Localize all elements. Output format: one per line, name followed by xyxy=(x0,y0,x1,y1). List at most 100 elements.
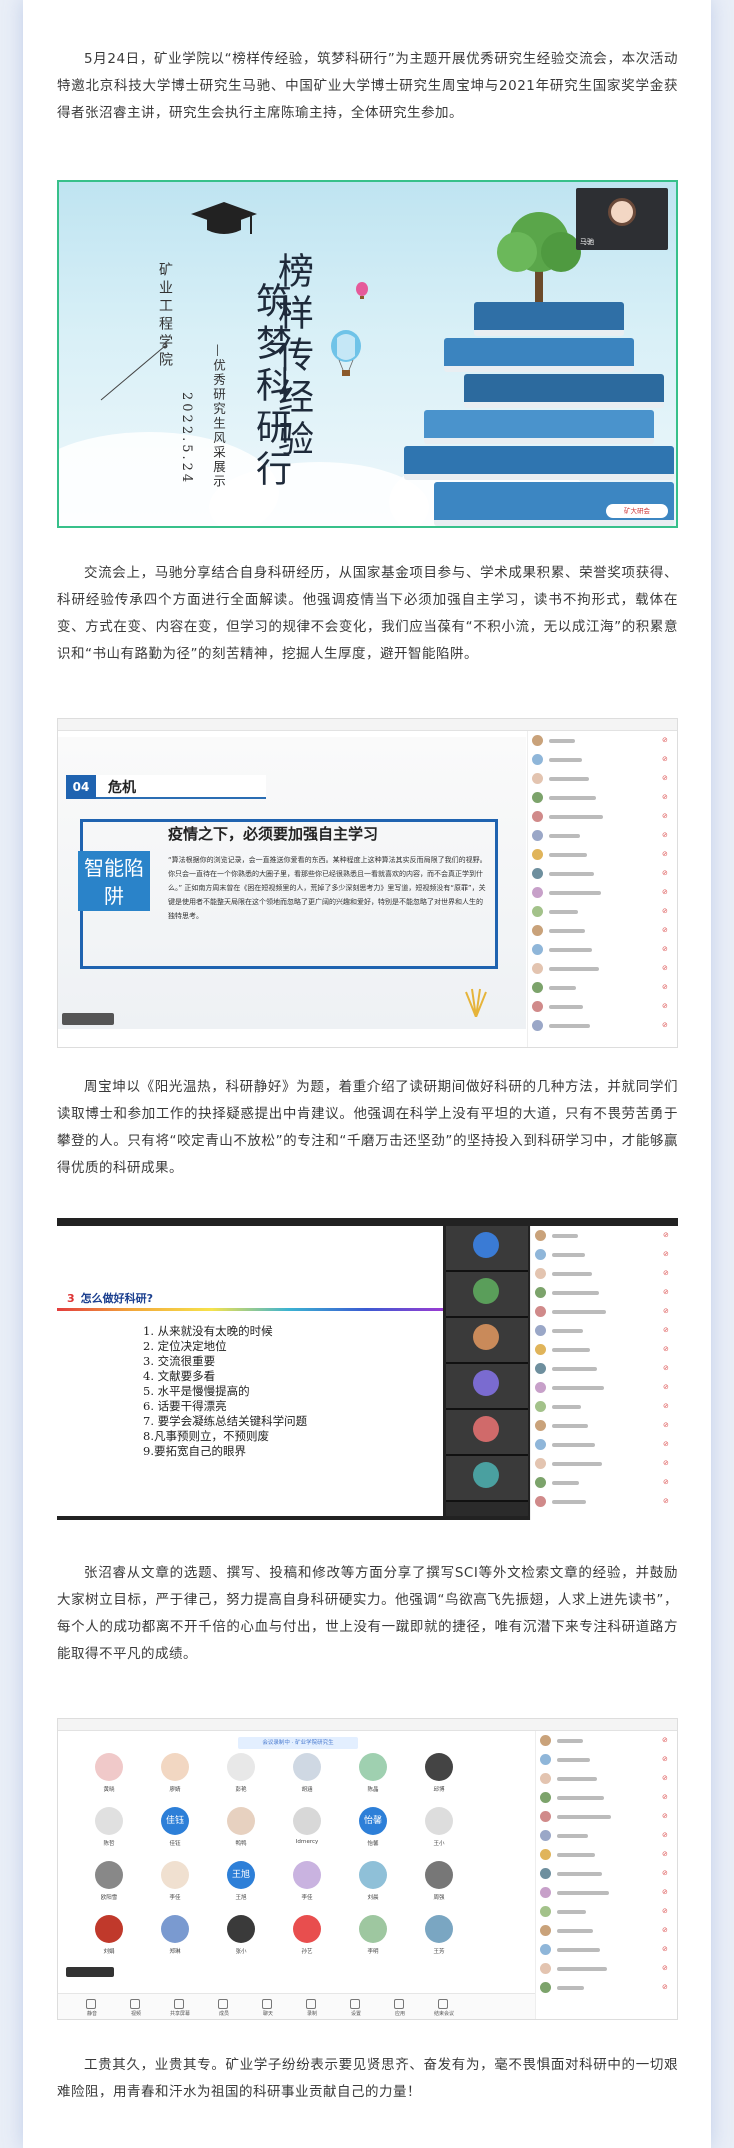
mic-muted-icon[interactable]: ⊘ xyxy=(662,851,669,858)
participant-tile[interactable]: 陈哲 xyxy=(86,1805,132,1855)
participant-row[interactable]: ⊘ xyxy=(536,1807,677,1826)
mic-muted-icon[interactable]: ⊘ xyxy=(662,794,669,801)
mic-muted-icon[interactable]: ⊘ xyxy=(663,1232,670,1239)
participant-row[interactable]: ⊘ xyxy=(528,1016,677,1035)
participant-tile[interactable]: 邱博 xyxy=(416,1751,462,1801)
mic-muted-icon[interactable]: ⊘ xyxy=(662,1946,669,1953)
mic-muted-icon[interactable]: ⊘ xyxy=(663,1251,670,1258)
mic-muted-icon[interactable]: ⊘ xyxy=(662,1775,669,1782)
mic-muted-icon[interactable]: ⊘ xyxy=(662,1851,669,1858)
toolbar-icon[interactable] xyxy=(350,1999,360,2009)
participant-tile[interactable]: 廖婧 xyxy=(152,1751,198,1801)
participant-row[interactable]: ⊘ xyxy=(531,1416,678,1435)
mic-muted-icon[interactable]: ⊘ xyxy=(663,1384,670,1391)
mic-muted-icon[interactable]: ⊘ xyxy=(662,1927,669,1934)
participant-row[interactable]: ⊘ xyxy=(531,1359,678,1378)
video-tile[interactable] xyxy=(446,1226,528,1272)
mic-muted-icon[interactable]: ⊘ xyxy=(663,1441,670,1448)
participant-row[interactable]: ⊘ xyxy=(528,731,677,750)
participant-row[interactable]: ⊘ xyxy=(531,1378,678,1397)
participant-tile[interactable]: Idrnercy xyxy=(284,1805,330,1855)
participant-row[interactable]: ⊘ xyxy=(536,1769,677,1788)
toolbar-icon[interactable] xyxy=(86,1999,96,2009)
participant-tile[interactable]: 王旭 王旭 xyxy=(218,1859,264,1909)
toolbar-icon[interactable] xyxy=(306,1999,316,2009)
mic-muted-icon[interactable]: ⊘ xyxy=(662,1003,669,1010)
participant-row[interactable]: ⊘ xyxy=(528,883,677,902)
participant-row[interactable]: ⊘ xyxy=(528,940,677,959)
participant-row[interactable]: ⊘ xyxy=(528,788,677,807)
mic-muted-icon[interactable]: ⊘ xyxy=(663,1308,670,1315)
toolbar-label[interactable]: 录制 xyxy=(298,2010,326,2017)
mic-muted-icon[interactable]: ⊘ xyxy=(662,1794,669,1801)
mic-muted-icon[interactable]: ⊘ xyxy=(662,984,669,991)
mic-muted-icon[interactable]: ⊘ xyxy=(663,1403,670,1410)
mic-muted-icon[interactable]: ⊘ xyxy=(663,1346,670,1353)
toolbar-label[interactable]: 结束会议 xyxy=(430,2010,458,2017)
mic-muted-icon[interactable]: ⊘ xyxy=(662,946,669,953)
participant-row[interactable]: ⊘ xyxy=(536,1750,677,1769)
mic-muted-icon[interactable]: ⊘ xyxy=(662,1813,669,1820)
participant-tile[interactable]: 李佳 xyxy=(284,1859,330,1909)
mic-muted-icon[interactable]: ⊘ xyxy=(662,1984,669,1991)
participant-row[interactable]: ⊘ xyxy=(536,1883,677,1902)
participant-row[interactable]: ⊘ xyxy=(528,978,677,997)
participant-row[interactable]: ⊘ xyxy=(528,959,677,978)
participant-row[interactable]: ⊘ xyxy=(528,750,677,769)
mic-muted-icon[interactable]: ⊘ xyxy=(662,908,669,915)
mic-muted-icon[interactable]: ⊘ xyxy=(663,1365,670,1372)
participant-row[interactable]: ⊘ xyxy=(536,1940,677,1959)
toolbar-label[interactable]: 静音 xyxy=(78,2010,106,2017)
mic-muted-icon[interactable]: ⊘ xyxy=(662,1756,669,1763)
participant-row[interactable]: ⊘ xyxy=(531,1454,678,1473)
mic-muted-icon[interactable]: ⊘ xyxy=(662,1889,669,1896)
toolbar-icon[interactable] xyxy=(394,1999,404,2009)
participant-tile[interactable]: 欧阳雪 xyxy=(86,1859,132,1909)
participant-tile[interactable]: 孙艺 xyxy=(284,1913,330,1963)
mic-muted-icon[interactable]: ⊘ xyxy=(663,1460,670,1467)
participant-row[interactable]: ⊘ xyxy=(531,1283,678,1302)
participant-row[interactable]: ⊘ xyxy=(536,1978,677,1997)
participant-tile[interactable]: 郑琳 xyxy=(152,1913,198,1963)
toolbar-icon[interactable] xyxy=(262,1999,272,2009)
participant-row[interactable]: ⊘ xyxy=(528,845,677,864)
mic-muted-icon[interactable]: ⊘ xyxy=(663,1289,670,1296)
toolbar-icon[interactable] xyxy=(218,1999,228,2009)
participant-row[interactable]: ⊘ xyxy=(531,1302,678,1321)
mic-muted-icon[interactable]: ⊘ xyxy=(663,1327,670,1334)
participant-tile[interactable]: 刘娟 xyxy=(86,1913,132,1963)
video-tile[interactable] xyxy=(446,1456,528,1502)
mic-muted-icon[interactable]: ⊘ xyxy=(662,1965,669,1972)
participant-row[interactable]: ⊘ xyxy=(536,1902,677,1921)
mic-muted-icon[interactable]: ⊘ xyxy=(662,1832,669,1839)
participant-row[interactable]: ⊘ xyxy=(531,1321,678,1340)
participant-row[interactable]: ⊘ xyxy=(531,1492,678,1511)
toolbar-label[interactable]: 应用 xyxy=(386,2010,414,2017)
mic-muted-icon[interactable]: ⊘ xyxy=(662,1870,669,1877)
video-tile[interactable] xyxy=(446,1410,528,1456)
video-tile[interactable] xyxy=(446,1364,528,1410)
toolbar-icon[interactable] xyxy=(174,1999,184,2009)
participant-row[interactable]: ⊘ xyxy=(531,1473,678,1492)
toolbar-label[interactable]: 设置 xyxy=(342,2010,370,2017)
video-tile[interactable] xyxy=(446,1272,528,1318)
mic-muted-icon[interactable]: ⊘ xyxy=(662,1022,669,1029)
participant-row[interactable]: ⊘ xyxy=(528,902,677,921)
mic-muted-icon[interactable]: ⊘ xyxy=(662,775,669,782)
toolbar-label[interactable]: 成员 xyxy=(210,2010,238,2017)
mic-muted-icon[interactable]: ⊘ xyxy=(662,737,669,744)
participant-tile[interactable]: 周强 xyxy=(416,1859,462,1909)
participant-row[interactable]: ⊘ xyxy=(536,1959,677,1978)
participant-row[interactable]: ⊘ xyxy=(528,826,677,845)
participant-row[interactable]: ⊘ xyxy=(531,1397,678,1416)
toolbar-icon[interactable] xyxy=(130,1999,140,2009)
participant-row[interactable]: ⊘ xyxy=(531,1264,678,1283)
participant-tile[interactable]: 王小 xyxy=(416,1805,462,1855)
participant-tile[interactable]: 李佳 xyxy=(152,1859,198,1909)
participant-row[interactable]: ⊘ xyxy=(536,1788,677,1807)
participant-row[interactable]: ⊘ xyxy=(536,1921,677,1940)
toolbar-label[interactable]: 共享屏幕 xyxy=(166,2010,194,2017)
mic-muted-icon[interactable]: ⊘ xyxy=(662,965,669,972)
mic-muted-icon[interactable]: ⊘ xyxy=(662,1908,669,1915)
mic-muted-icon[interactable]: ⊘ xyxy=(662,832,669,839)
